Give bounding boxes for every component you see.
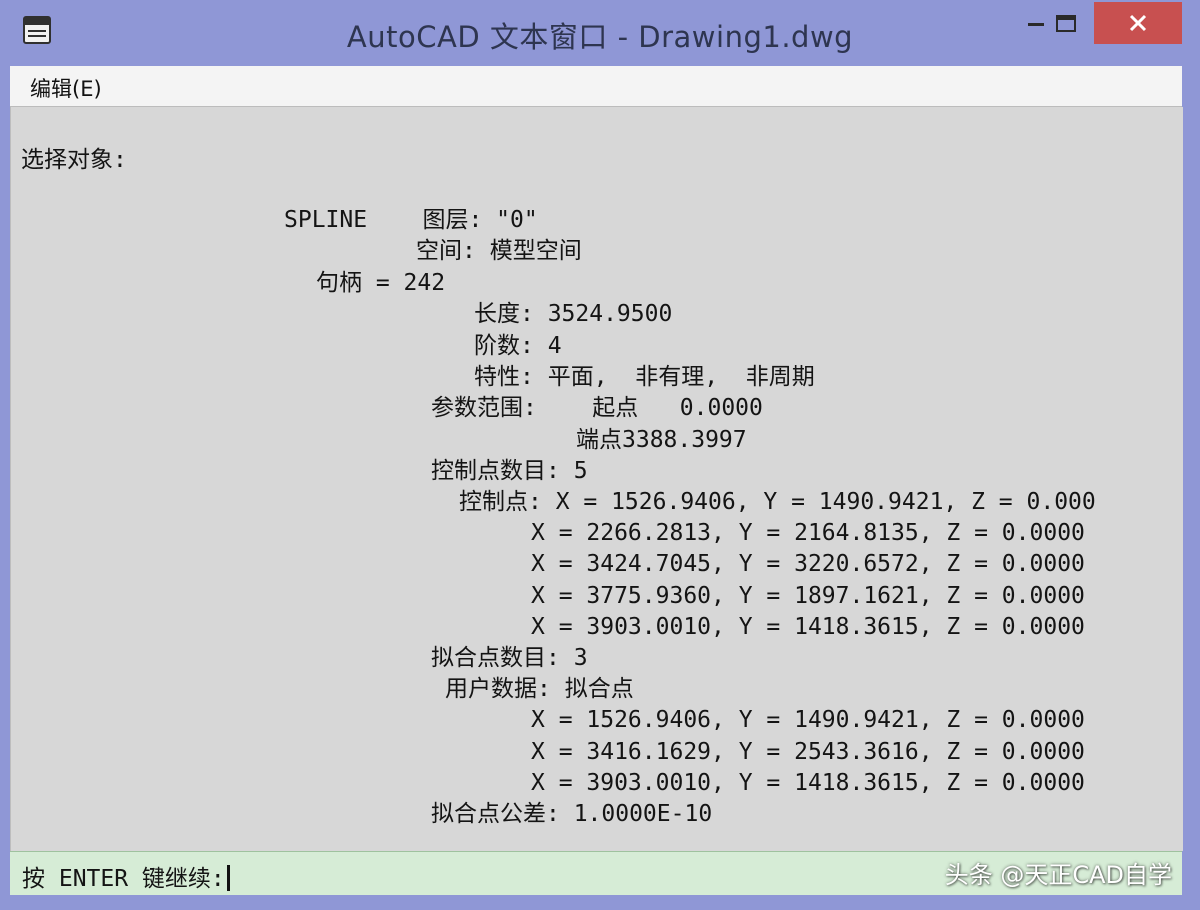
output-line: SPLINE 图层: "0" — [284, 207, 538, 233]
output-line: 拟合点数目: 3 — [431, 645, 588, 671]
output-line: X = 3903.0010, Y = 1418.3615, Z = 0.0000 — [531, 770, 1085, 796]
output-line: X = 3903.0010, Y = 1418.3615, Z = 0.0000 — [531, 614, 1085, 640]
text-cursor — [226, 865, 230, 891]
command-history[interactable]: 选择对象: SPLINE 图层: "0" 空间: 模型空间 句柄 = 242 长… — [10, 107, 1183, 851]
menu-edit[interactable]: 编辑(E) — [30, 73, 102, 103]
output-line: 阶数: 4 — [474, 333, 562, 359]
close-icon — [1129, 14, 1147, 32]
title-bar[interactable]: AutoCAD 文本窗口 - Drawing1.dwg — [0, 0, 1200, 66]
output-line: 空间: 模型空间 — [416, 238, 582, 264]
watermark: 头条 @天正CAD自学 — [944, 861, 1172, 889]
output-line: X = 3424.7045, Y = 3220.6572, Z = 0.0000 — [531, 551, 1085, 577]
window-border — [0, 895, 1200, 910]
maximize-button[interactable] — [1040, 4, 1092, 44]
output-line: 长度: 3524.9500 — [474, 301, 673, 327]
output-line: 用户数据: 拟合点 — [445, 676, 634, 702]
output-line: 特性: 平面, 非有理, 非周期 — [474, 364, 815, 390]
text-window: AutoCAD 文本窗口 - Drawing1.dwg 编辑(E) 选择对象: … — [0, 0, 1200, 910]
output-line: 参数范围: 起点 0.0000 — [431, 395, 763, 421]
output-line: 控制点数目: 5 — [431, 458, 588, 484]
output-line: X = 3416.1629, Y = 2543.3616, Z = 0.0000 — [531, 739, 1085, 765]
menu-bar: 编辑(E) — [10, 66, 1182, 107]
output-line: 控制点: X = 1526.9406, Y = 1490.9421, Z = 0… — [459, 489, 1096, 515]
output-line: 选择对象: — [21, 147, 127, 173]
output-line: X = 2266.2813, Y = 2164.8135, Z = 0.0000 — [531, 520, 1085, 546]
output-line: X = 1526.9406, Y = 1490.9421, Z = 0.0000 — [531, 707, 1085, 733]
maximize-icon — [1056, 15, 1076, 32]
output-line: 拟合点公差: 1.0000E-10 — [431, 801, 713, 827]
output-line: 句柄 = 242 — [316, 270, 446, 296]
close-button[interactable] — [1094, 2, 1182, 44]
output-line: 端点3388.3997 — [576, 427, 747, 453]
command-prompt[interactable]: 按 ENTER 键继续: — [22, 859, 230, 893]
prompt-text: 按 ENTER 键继续: — [22, 866, 225, 892]
output-line: X = 3775.9360, Y = 1897.1621, Z = 0.0000 — [531, 583, 1085, 609]
